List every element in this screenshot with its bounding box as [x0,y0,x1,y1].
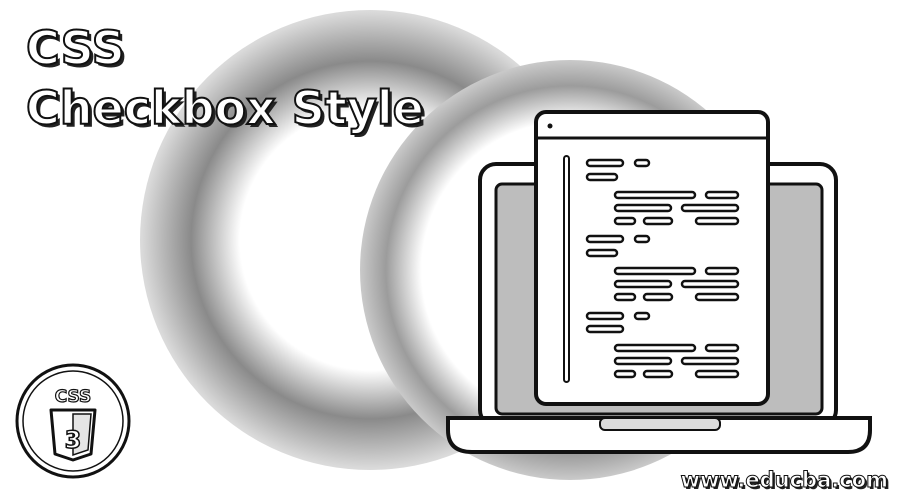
laptop-code-icon [446,110,872,454]
badge-number: 3 [65,426,82,454]
website-url: www.educba.com [680,468,888,493]
title-line-1: CSS [25,20,126,76]
css3-logo-icon: CSS 3 [15,363,131,479]
title-line-2: Checkbox Style [25,80,425,136]
page-title: CSS Checkbox Style [25,18,425,138]
badge-label: CSS [55,387,92,407]
